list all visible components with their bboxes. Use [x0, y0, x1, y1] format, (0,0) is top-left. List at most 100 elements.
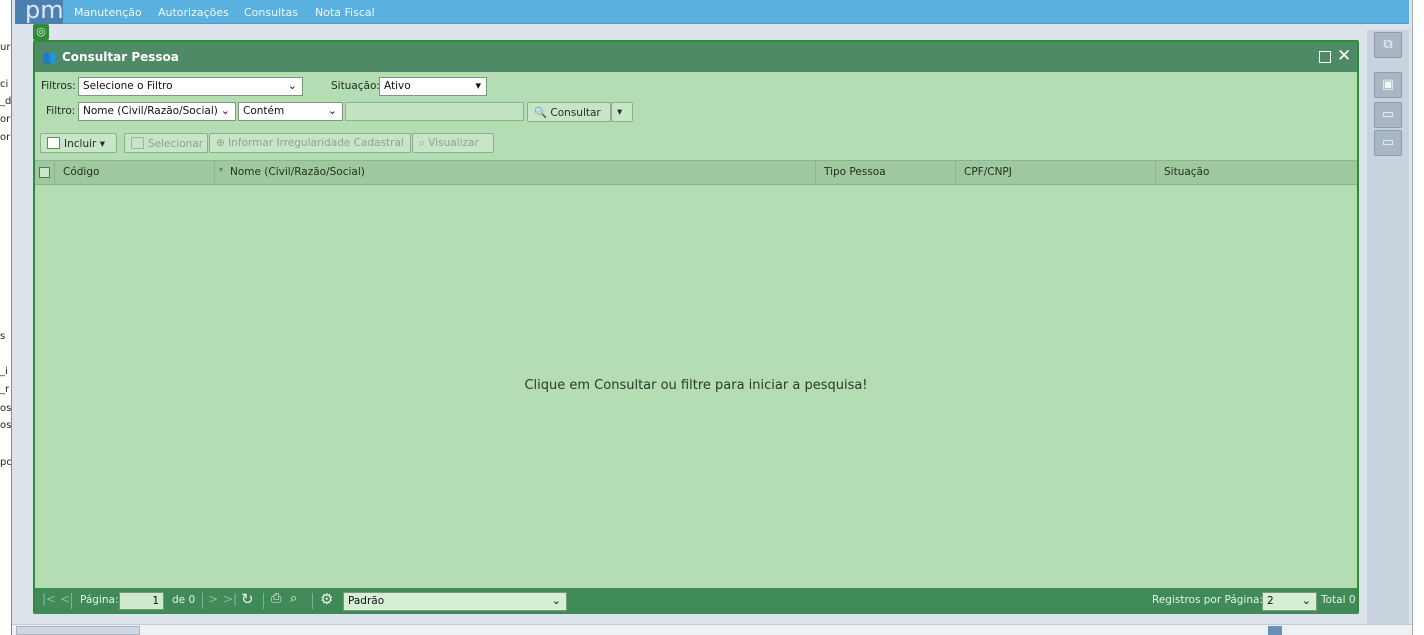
prev-page-icon[interactable]: < [60, 592, 70, 606]
magnifier-icon: ⌕ [419, 137, 425, 149]
consultar-button[interactable]: 🔍 Consultar [527, 102, 611, 122]
filtro-operator-value: Contém [243, 105, 285, 117]
search-input[interactable] [345, 102, 524, 121]
chevron-down-icon: ⌄ [327, 104, 337, 117]
search-icon[interactable]: ⌕ [290, 591, 297, 606]
menu-item-nota-fiscal[interactable]: Nota Fiscal [315, 6, 375, 19]
print-icon[interactable]: ⎙ [271, 591, 281, 606]
informar-label: Informar Irregularidade Cadastral [228, 137, 404, 149]
left-fragment: or [0, 114, 11, 125]
right-edge-panel [1412, 0, 1424, 635]
selecionar-label: Selecionar [148, 138, 204, 150]
people-icon: 👥 [42, 50, 57, 64]
caret-down-icon: ▾ [617, 106, 623, 118]
window-list-icon[interactable]: ⧉ [1374, 32, 1402, 58]
situacao-select[interactable]: Ativo ▾ [379, 77, 487, 96]
left-fragment: _r [0, 384, 10, 395]
close-icon[interactable]: ✕ [1337, 47, 1351, 65]
column-header-tipo-pessoa[interactable]: Tipo Pessoa [816, 161, 956, 184]
first-page-icon[interactable]: |< [42, 592, 56, 606]
menu-item-autorizacoes[interactable]: Autorizações [158, 6, 229, 19]
layout-select-value: Padrão [348, 595, 385, 607]
chevron-down-icon: ⌄ [220, 104, 230, 117]
informar-irregularidade-button[interactable]: ⊕ Informar Irregularidade Cadastral [209, 133, 411, 153]
pager-divider [263, 593, 264, 609]
folder-icon[interactable]: ▭ [1374, 130, 1402, 156]
filtros-select[interactable]: Selecione o Filtro ⌄ [78, 77, 303, 96]
chevron-down-icon: ▾ [475, 79, 481, 92]
registros-por-pagina-label: Registros por Página: [1152, 594, 1264, 606]
folder-icon[interactable]: ▭ [1374, 102, 1402, 128]
page-number-input[interactable]: 1 [119, 592, 164, 610]
checkbox-icon [39, 167, 50, 178]
magnifier-icon: 🔍 [534, 107, 548, 119]
add-record-icon [47, 137, 60, 149]
window-title: Consultar Pessoa [62, 50, 179, 64]
chevron-down-icon: ⌄ [551, 594, 561, 607]
pager-divider [312, 593, 313, 609]
left-fragment: os [0, 420, 12, 431]
sticky-note-icon[interactable]: ▣ [1374, 72, 1402, 98]
gear-icon[interactable]: ⚙ [320, 590, 333, 608]
grid-header: Código ▾ Nome (Civil/Razão/Social) Tipo … [35, 160, 1357, 185]
select-record-icon [131, 137, 144, 149]
column-header-codigo[interactable]: Código [55, 161, 215, 184]
window-titlebar[interactable]: 👥 Consultar Pessoa ✕ [35, 42, 1357, 72]
last-page-icon[interactable]: >| [223, 592, 237, 606]
select-all-checkbox[interactable] [35, 161, 55, 184]
situacao-select-value: Ativo [384, 80, 411, 92]
incluir-button[interactable]: Incluir ▾ [40, 133, 117, 153]
registros-select-value: 2 [1267, 595, 1274, 607]
next-page-icon[interactable]: > [208, 592, 218, 606]
main-menu-bar: Manutenção Autorizações Consultas Nota F… [63, 0, 1409, 24]
consultar-dropdown-button[interactable]: ▾ [611, 102, 633, 122]
page-count-label: de 0 [172, 594, 196, 606]
incluir-label: Incluir [64, 138, 97, 150]
total-records-label: Total 0 [1321, 594, 1356, 606]
column-header-cpf-cnpj[interactable]: CPF/CNPJ [956, 161, 1156, 184]
app-logo[interactable]: pm [15, 0, 63, 24]
filtro-label: Filtro: [46, 105, 76, 117]
grid-empty-message: Clique em Consultar ou filtre para inici… [524, 378, 868, 393]
pager-divider [71, 593, 72, 609]
visualizar-label: Visualizar [428, 137, 479, 149]
left-fragment: s [0, 331, 6, 342]
add-icon[interactable] [1268, 626, 1282, 635]
left-fragment: _i [0, 366, 8, 377]
chevron-down-icon: ⌄ [1301, 594, 1311, 607]
filtro-field-select[interactable]: Nome (Civil/Razão/Social) ⌄ [78, 102, 236, 121]
left-fragment: or [0, 132, 11, 143]
consultar-label: Consultar [550, 107, 601, 119]
column-header-situacao[interactable]: Situação [1156, 161, 1357, 184]
menu-item-manutencao[interactable]: Manutenção [74, 6, 142, 19]
plus-circle-icon: ⊕ [216, 137, 225, 149]
filtros-label: Filtros: [41, 80, 76, 92]
maximize-icon[interactable] [1319, 51, 1331, 63]
taskbar [12, 624, 1412, 635]
pager-divider [202, 593, 203, 609]
filtros-select-value: Selecione o Filtro [83, 80, 173, 92]
left-fragment: os [0, 403, 12, 414]
left-fragment: ci [0, 79, 9, 90]
menu-item-consultas[interactable]: Consultas [244, 6, 298, 19]
situacao-label: Situação: [331, 80, 380, 92]
column-header-nome-label: Nome (Civil/Razão/Social) [230, 166, 365, 178]
selecionar-button[interactable]: Selecionar [124, 133, 208, 153]
pagina-label: Página: [80, 594, 119, 606]
left-fragment: pc [0, 457, 12, 468]
pagination-bar: |< < Página: 1 de 0 > >| ↻ ⎙ ⌕ ⚙ Padrão … [35, 588, 1357, 614]
registros-por-pagina-select[interactable]: 2 ⌄ [1262, 592, 1317, 611]
column-header-nome[interactable]: ▾ Nome (Civil/Razão/Social) [215, 161, 816, 184]
chevron-down-icon: ⌄ [287, 79, 297, 92]
target-icon[interactable]: ◎ [33, 24, 49, 40]
left-fragment: ur [0, 42, 11, 53]
refresh-icon[interactable]: ↻ [241, 590, 254, 608]
caret-down-icon: ▾ [99, 138, 105, 150]
taskbar-tab[interactable] [16, 626, 140, 635]
layout-select[interactable]: Padrão ⌄ [343, 592, 567, 611]
left-fragment: _d [0, 96, 12, 107]
side-toolbar: ⧉ ▣ ▭ ▭ [1367, 30, 1409, 630]
visualizar-button[interactable]: ⌕ Visualizar [412, 133, 494, 153]
filtro-operator-select[interactable]: Contém ⌄ [238, 102, 343, 121]
left-background-strip: ur ci _d or or s _i _r os os pc [0, 0, 12, 635]
